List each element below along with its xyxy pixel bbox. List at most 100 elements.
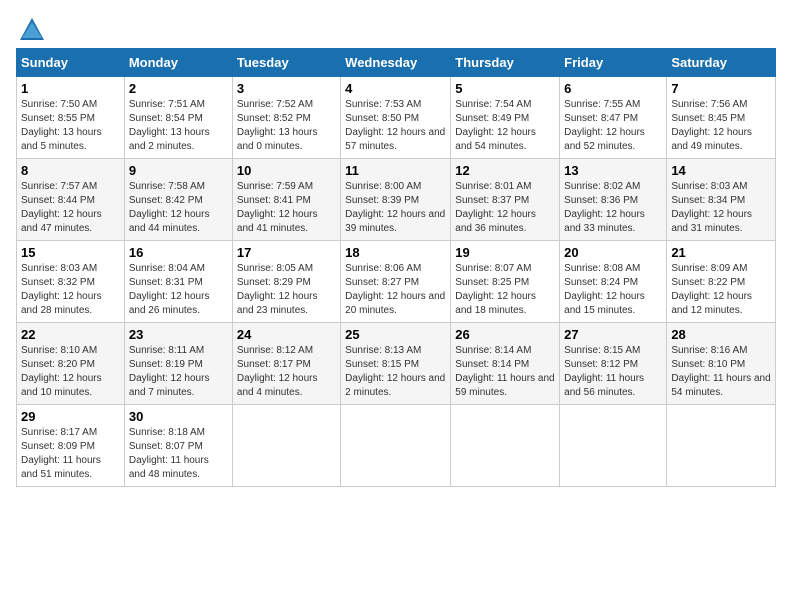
calendar-cell (232, 405, 340, 487)
cell-text: Sunrise: 8:09 AMSunset: 8:22 PMDaylight:… (671, 263, 752, 316)
calendar-cell: 27 Sunrise: 8:15 AMSunset: 8:12 PMDaylig… (560, 323, 667, 405)
cell-text: Sunrise: 8:14 AMSunset: 8:14 PMDaylight:… (455, 345, 554, 398)
day-number: 17 (237, 245, 336, 260)
calendar-cell: 18 Sunrise: 8:06 AMSunset: 8:27 PMDaylig… (341, 241, 451, 323)
cell-text: Sunrise: 8:02 AMSunset: 8:36 PMDaylight:… (564, 181, 645, 234)
weekday-header-wednesday: Wednesday (341, 49, 451, 77)
logo (16, 16, 46, 38)
weekday-header-sunday: Sunday (17, 49, 125, 77)
cell-text: Sunrise: 8:15 AMSunset: 8:12 PMDaylight:… (564, 345, 644, 398)
cell-text: Sunrise: 8:16 AMSunset: 8:10 PMDaylight:… (671, 345, 770, 398)
weekday-header-row: SundayMondayTuesdayWednesdayThursdayFrid… (17, 49, 776, 77)
calendar-cell: 30 Sunrise: 8:18 AMSunset: 8:07 PMDaylig… (124, 405, 232, 487)
cell-text: Sunrise: 7:57 AMSunset: 8:44 PMDaylight:… (21, 181, 102, 234)
day-number: 25 (345, 327, 446, 342)
day-number: 4 (345, 81, 446, 96)
day-number: 26 (455, 327, 555, 342)
calendar-cell: 3 Sunrise: 7:52 AMSunset: 8:52 PMDayligh… (232, 77, 340, 159)
weekday-header-tuesday: Tuesday (232, 49, 340, 77)
cell-text: Sunrise: 8:06 AMSunset: 8:27 PMDaylight:… (345, 263, 445, 316)
calendar-cell: 15 Sunrise: 8:03 AMSunset: 8:32 PMDaylig… (17, 241, 125, 323)
weekday-header-saturday: Saturday (667, 49, 776, 77)
day-number: 30 (129, 409, 228, 424)
calendar-cell: 16 Sunrise: 8:04 AMSunset: 8:31 PMDaylig… (124, 241, 232, 323)
calendar-cell: 5 Sunrise: 7:54 AMSunset: 8:49 PMDayligh… (451, 77, 560, 159)
cell-text: Sunrise: 7:56 AMSunset: 8:45 PMDaylight:… (671, 99, 752, 152)
cell-text: Sunrise: 7:53 AMSunset: 8:50 PMDaylight:… (345, 99, 445, 152)
calendar-cell: 8 Sunrise: 7:57 AMSunset: 8:44 PMDayligh… (17, 159, 125, 241)
cell-text: Sunrise: 7:50 AMSunset: 8:55 PMDaylight:… (21, 99, 102, 152)
cell-text: Sunrise: 8:10 AMSunset: 8:20 PMDaylight:… (21, 345, 102, 398)
calendar-cell: 13 Sunrise: 8:02 AMSunset: 8:36 PMDaylig… (560, 159, 667, 241)
calendar-cell (667, 405, 776, 487)
calendar-cell: 28 Sunrise: 8:16 AMSunset: 8:10 PMDaylig… (667, 323, 776, 405)
weekday-header-friday: Friday (560, 49, 667, 77)
page-header (16, 16, 776, 38)
calendar-cell (560, 405, 667, 487)
cell-text: Sunrise: 8:12 AMSunset: 8:17 PMDaylight:… (237, 345, 318, 398)
calendar-cell: 29 Sunrise: 8:17 AMSunset: 8:09 PMDaylig… (17, 405, 125, 487)
calendar-cell: 9 Sunrise: 7:58 AMSunset: 8:42 PMDayligh… (124, 159, 232, 241)
cell-text: Sunrise: 7:54 AMSunset: 8:49 PMDaylight:… (455, 99, 536, 152)
calendar-week-5: 29 Sunrise: 8:17 AMSunset: 8:09 PMDaylig… (17, 405, 776, 487)
day-number: 27 (564, 327, 662, 342)
day-number: 29 (21, 409, 120, 424)
cell-text: Sunrise: 8:17 AMSunset: 8:09 PMDaylight:… (21, 427, 101, 480)
cell-text: Sunrise: 8:03 AMSunset: 8:34 PMDaylight:… (671, 181, 752, 234)
calendar-cell: 24 Sunrise: 8:12 AMSunset: 8:17 PMDaylig… (232, 323, 340, 405)
day-number: 19 (455, 245, 555, 260)
day-number: 11 (345, 163, 446, 178)
day-number: 5 (455, 81, 555, 96)
day-number: 6 (564, 81, 662, 96)
calendar-cell: 25 Sunrise: 8:13 AMSunset: 8:15 PMDaylig… (341, 323, 451, 405)
day-number: 18 (345, 245, 446, 260)
weekday-header-monday: Monday (124, 49, 232, 77)
calendar-table: SundayMondayTuesdayWednesdayThursdayFrid… (16, 48, 776, 487)
day-number: 7 (671, 81, 771, 96)
cell-text: Sunrise: 7:51 AMSunset: 8:54 PMDaylight:… (129, 99, 210, 152)
day-number: 2 (129, 81, 228, 96)
calendar-cell: 20 Sunrise: 8:08 AMSunset: 8:24 PMDaylig… (560, 241, 667, 323)
calendar-cell: 17 Sunrise: 8:05 AMSunset: 8:29 PMDaylig… (232, 241, 340, 323)
calendar-cell: 2 Sunrise: 7:51 AMSunset: 8:54 PMDayligh… (124, 77, 232, 159)
cell-text: Sunrise: 8:05 AMSunset: 8:29 PMDaylight:… (237, 263, 318, 316)
day-number: 3 (237, 81, 336, 96)
calendar-cell: 21 Sunrise: 8:09 AMSunset: 8:22 PMDaylig… (667, 241, 776, 323)
cell-text: Sunrise: 8:04 AMSunset: 8:31 PMDaylight:… (129, 263, 210, 316)
cell-text: Sunrise: 8:13 AMSunset: 8:15 PMDaylight:… (345, 345, 445, 398)
logo-icon (18, 16, 46, 44)
calendar-cell: 26 Sunrise: 8:14 AMSunset: 8:14 PMDaylig… (451, 323, 560, 405)
day-number: 16 (129, 245, 228, 260)
calendar-cell: 19 Sunrise: 8:07 AMSunset: 8:25 PMDaylig… (451, 241, 560, 323)
calendar-cell (341, 405, 451, 487)
cell-text: Sunrise: 8:01 AMSunset: 8:37 PMDaylight:… (455, 181, 536, 234)
day-number: 9 (129, 163, 228, 178)
cell-text: Sunrise: 7:58 AMSunset: 8:42 PMDaylight:… (129, 181, 210, 234)
calendar-cell: 10 Sunrise: 7:59 AMSunset: 8:41 PMDaylig… (232, 159, 340, 241)
calendar-cell: 22 Sunrise: 8:10 AMSunset: 8:20 PMDaylig… (17, 323, 125, 405)
day-number: 13 (564, 163, 662, 178)
day-number: 8 (21, 163, 120, 178)
calendar-cell (451, 405, 560, 487)
day-number: 23 (129, 327, 228, 342)
calendar-cell: 4 Sunrise: 7:53 AMSunset: 8:50 PMDayligh… (341, 77, 451, 159)
calendar-cell: 1 Sunrise: 7:50 AMSunset: 8:55 PMDayligh… (17, 77, 125, 159)
cell-text: Sunrise: 7:52 AMSunset: 8:52 PMDaylight:… (237, 99, 318, 152)
calendar-cell: 12 Sunrise: 8:01 AMSunset: 8:37 PMDaylig… (451, 159, 560, 241)
calendar-cell: 11 Sunrise: 8:00 AMSunset: 8:39 PMDaylig… (341, 159, 451, 241)
day-number: 14 (671, 163, 771, 178)
day-number: 12 (455, 163, 555, 178)
day-number: 22 (21, 327, 120, 342)
calendar-cell: 14 Sunrise: 8:03 AMSunset: 8:34 PMDaylig… (667, 159, 776, 241)
day-number: 20 (564, 245, 662, 260)
calendar-cell: 7 Sunrise: 7:56 AMSunset: 8:45 PMDayligh… (667, 77, 776, 159)
cell-text: Sunrise: 7:55 AMSunset: 8:47 PMDaylight:… (564, 99, 645, 152)
day-number: 24 (237, 327, 336, 342)
cell-text: Sunrise: 8:18 AMSunset: 8:07 PMDaylight:… (129, 427, 209, 480)
calendar-week-4: 22 Sunrise: 8:10 AMSunset: 8:20 PMDaylig… (17, 323, 776, 405)
cell-text: Sunrise: 8:03 AMSunset: 8:32 PMDaylight:… (21, 263, 102, 316)
cell-text: Sunrise: 8:00 AMSunset: 8:39 PMDaylight:… (345, 181, 445, 234)
cell-text: Sunrise: 8:07 AMSunset: 8:25 PMDaylight:… (455, 263, 536, 316)
calendar-week-2: 8 Sunrise: 7:57 AMSunset: 8:44 PMDayligh… (17, 159, 776, 241)
cell-text: Sunrise: 8:08 AMSunset: 8:24 PMDaylight:… (564, 263, 645, 316)
